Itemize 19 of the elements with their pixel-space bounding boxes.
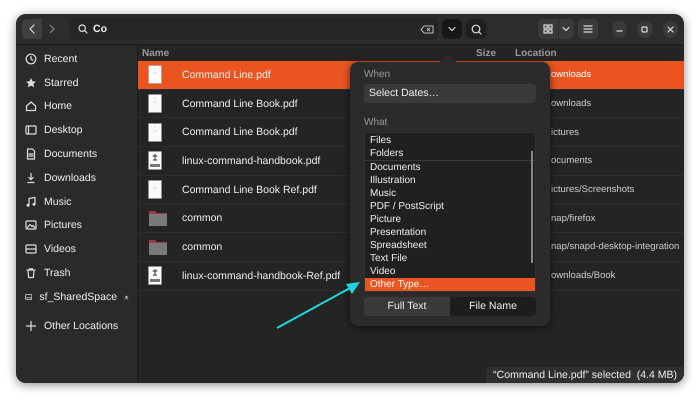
file-name: linux-command-handbook-Ref.pdf [182, 270, 340, 282]
file-name: linux-command-handbook.pdf [182, 154, 320, 167]
file-name: common [182, 212, 222, 224]
file-location: ownloads/Book [551, 270, 616, 282]
file-location: ictures [551, 126, 579, 138]
section-label: What [364, 116, 388, 128]
file-location: nap/snapd-desktop-integration [551, 241, 680, 252]
file-name: Command Line Book Ref.pdf [182, 184, 317, 196]
file-name: Command Line Book.pdf [182, 126, 298, 138]
section-label: When [364, 69, 392, 80]
file-location: nap/firefox [551, 212, 596, 224]
file-name: Command Line.pdf [182, 68, 271, 81]
file-location: ocuments [551, 155, 592, 166]
file-name: Command Line Book.pdf [182, 98, 298, 110]
file-location: ictures/Screenshots [551, 184, 634, 196]
file-name: common [182, 240, 222, 253]
status-bar: “Command Line.pdf” selected (4.4 MB) [486, 367, 684, 383]
file-location: ownloads [551, 98, 592, 110]
file-location: ownloads [551, 69, 592, 80]
